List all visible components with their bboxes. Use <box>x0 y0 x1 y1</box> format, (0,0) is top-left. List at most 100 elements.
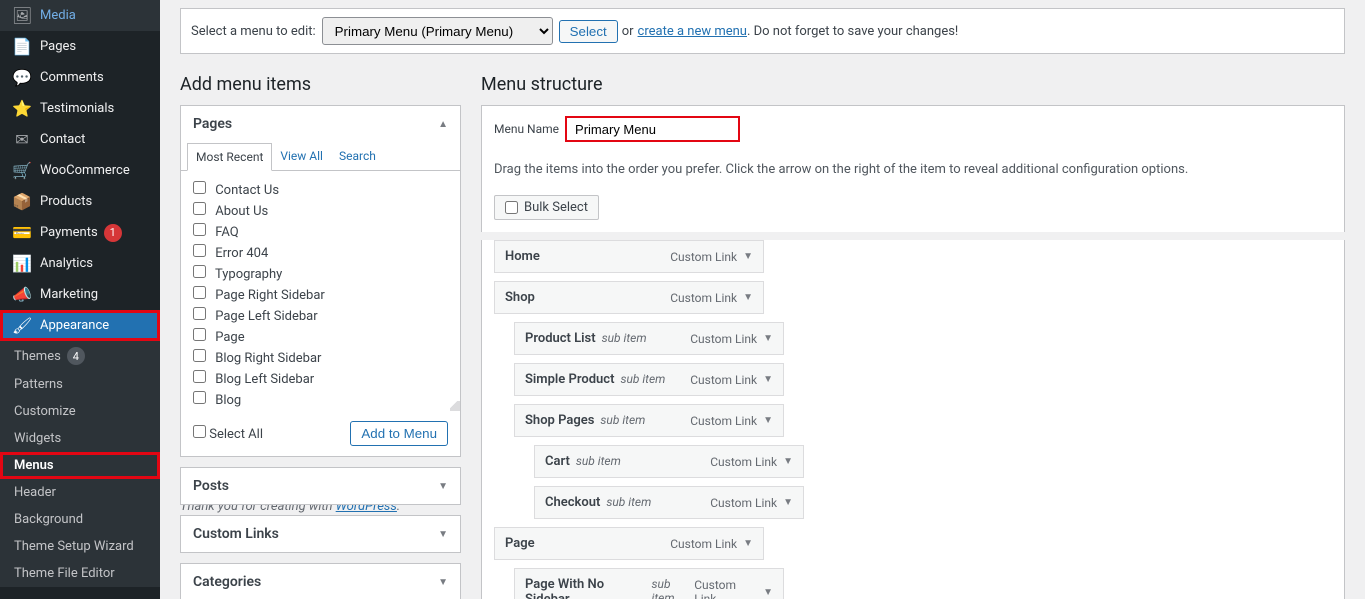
sidebar-item-testimonials[interactable]: ⭐ Testimonials <box>0 93 160 124</box>
page-checkbox-item[interactable]: Blog Right Sidebar <box>193 347 448 368</box>
page-checkbox-item[interactable]: Error 404 <box>193 242 448 263</box>
chevron-down-icon[interactable]: ▼ <box>763 374 773 385</box>
chevron-down-icon[interactable]: ▼ <box>763 415 773 426</box>
submenu-item-widgets[interactable]: Widgets <box>0 425 160 452</box>
tab-search[interactable]: Search <box>331 143 384 171</box>
sidebar-item-payments[interactable]: 💳Payments1 <box>0 217 160 248</box>
sidebar-item-woocommerce[interactable]: 🛒WooCommerce <box>0 155 160 186</box>
resize-handle[interactable] <box>450 401 460 411</box>
tab-most-recent[interactable]: Most Recent <box>187 143 272 171</box>
menu-items-list: HomeCustom Link▼ ShopCustom Link▼ Product … <box>481 240 1345 599</box>
page-checkbox-item[interactable]: Page Left Sidebar <box>193 305 448 326</box>
chevron-down-icon[interactable]: ▼ <box>763 333 773 344</box>
menu-icon: ⭐ <box>12 99 32 118</box>
sidebar-item-contact[interactable]: ✉Contact <box>0 124 160 155</box>
menu-item[interactable]: Page With No Sidebarsub itemCustom Link▼ <box>514 568 784 599</box>
tab-view-all[interactable]: View All <box>272 143 331 171</box>
page-checkbox-item[interactable]: About Us <box>193 200 448 221</box>
menu-item[interactable]: Product Listsub itemCustom Link▼ <box>514 322 784 355</box>
menu-item[interactable]: Shop Pagessub itemCustom Link▼ <box>514 404 784 437</box>
submenu-label: Header <box>14 485 56 500</box>
submenu-item-patterns[interactable]: Patterns <box>0 371 160 398</box>
submenu-item-background[interactable]: Background <box>0 506 160 533</box>
sidebar-item-marketing[interactable]: 📣Marketing <box>0 279 160 310</box>
menu-item-type: Custom Link <box>710 455 777 469</box>
page-checkbox-item[interactable]: Blog Left Sidebar <box>193 368 448 389</box>
menu-item-title: Shop Pages <box>525 413 594 428</box>
menu-select[interactable]: Primary Menu (Primary Menu) <box>322 17 553 45</box>
menu-item-title: Page With No Sidebar <box>525 577 646 599</box>
page-checkbox[interactable] <box>193 202 206 215</box>
page-checkbox-item[interactable]: Wishlist — Wishlist Page <box>193 410 448 411</box>
sidebar-item-pages[interactable]: 📄Pages <box>0 31 160 62</box>
chevron-down-icon: ▼ <box>438 577 448 588</box>
page-checkbox-item[interactable]: FAQ <box>193 221 448 242</box>
submenu-item-menus[interactable]: Menus <box>0 452 160 479</box>
page-checkbox-item[interactable]: Page <box>193 326 448 347</box>
sidebar-item-media[interactable]: 🖼Media <box>0 0 160 31</box>
create-new-menu-link[interactable]: create a new menu <box>638 24 747 39</box>
menu-item-type: Custom Link <box>690 414 757 428</box>
menu-item[interactable]: PageCustom Link▼ <box>494 527 764 560</box>
page-checkbox[interactable] <box>193 244 206 257</box>
menu-item[interactable]: Checkoutsub itemCustom Link▼ <box>534 486 804 519</box>
menu-item[interactable]: HomeCustom Link▼ <box>494 240 764 273</box>
menu-item-title: Checkout <box>545 495 600 510</box>
bulk-select-row: Bulk Select <box>481 187 1345 232</box>
bulk-select-checkbox[interactable] <box>505 201 518 214</box>
bulk-select-toggle[interactable]: Bulk Select <box>494 195 599 220</box>
menu-item[interactable]: Simple Productsub itemCustom Link▼ <box>514 363 784 396</box>
submenu-label: Menus <box>14 458 54 473</box>
sidebar-item-appearance[interactable]: 🖌Appearance <box>0 310 160 341</box>
chevron-down-icon[interactable]: ▼ <box>763 587 773 598</box>
accordion-posts[interactable]: Posts▼ <box>181 468 460 504</box>
menu-icon: 💬 <box>12 68 32 87</box>
menu-name-input[interactable] <box>565 116 740 142</box>
menu-icon: 🛒 <box>12 161 32 180</box>
submenu-item-themes[interactable]: Themes4 <box>0 341 160 371</box>
pages-postbox: Pages ▲ Most RecentView AllSearch Contac… <box>180 105 461 457</box>
page-checkbox[interactable] <box>193 370 206 383</box>
page-checkbox[interactable] <box>193 328 206 341</box>
menu-item[interactable]: ShopCustom Link▼ <box>494 281 764 314</box>
pages-heading[interactable]: Pages ▲ <box>181 106 460 142</box>
select-all-checkbox[interactable] <box>193 425 206 438</box>
select-all-label[interactable]: Select All <box>193 425 263 442</box>
chevron-down-icon[interactable]: ▼ <box>743 538 753 549</box>
page-checkbox-item[interactable]: Contact Us <box>193 179 448 200</box>
sub-item-label: sub item <box>620 372 665 386</box>
submenu-item-theme-file-editor[interactable]: Theme File Editor <box>0 560 160 587</box>
menu-item[interactable]: Cartsub itemCustom Link▼ <box>534 445 804 478</box>
submenu-item-customize[interactable]: Customize <box>0 398 160 425</box>
chevron-down-icon[interactable]: ▼ <box>783 456 793 467</box>
sidebar-item-label: Pages <box>40 39 76 54</box>
chevron-down-icon[interactable]: ▼ <box>743 292 753 303</box>
page-checkbox[interactable] <box>193 286 206 299</box>
page-checkbox[interactable] <box>193 223 206 236</box>
sidebar-item-products[interactable]: 📦Products <box>0 186 160 217</box>
page-checkbox-item[interactable]: Blog <box>193 389 448 410</box>
submenu-item-theme-setup-wizard[interactable]: Theme Setup Wizard <box>0 533 160 560</box>
sidebar-item-label: Testimonials <box>40 101 114 116</box>
accordion-categories[interactable]: Categories▼ <box>181 564 460 599</box>
sidebar-item-label: Contact <box>40 132 85 147</box>
page-checkbox[interactable] <box>193 349 206 362</box>
sidebar-item-label: Appearance <box>40 318 109 333</box>
sidebar-item-comments[interactable]: 💬Comments <box>0 62 160 93</box>
page-checkbox[interactable] <box>193 307 206 320</box>
page-checkbox-item[interactable]: Typography <box>193 263 448 284</box>
add-to-menu-button[interactable]: Add to Menu <box>350 421 448 446</box>
chevron-down-icon[interactable]: ▼ <box>743 251 753 262</box>
select-menu-button[interactable]: Select <box>559 20 618 43</box>
admin-sidebar: 🖼Media📄Pages💬Comments ⭐ Testimonials ✉Conta… <box>0 0 160 599</box>
chevron-down-icon: ▼ <box>438 481 448 492</box>
page-checkbox[interactable] <box>193 181 206 194</box>
page-checkbox[interactable] <box>193 391 206 404</box>
page-checkbox-item[interactable]: Page Right Sidebar <box>193 284 448 305</box>
page-checkbox[interactable] <box>193 265 206 278</box>
submenu-item-header[interactable]: Header <box>0 479 160 506</box>
accordion-custom-links[interactable]: Custom Links▼ <box>181 516 460 552</box>
chevron-down-icon[interactable]: ▼ <box>783 497 793 508</box>
sidebar-item-yith[interactable]: 〰YITH <box>0 587 160 599</box>
sidebar-item-analytics[interactable]: 📊Analytics <box>0 248 160 279</box>
